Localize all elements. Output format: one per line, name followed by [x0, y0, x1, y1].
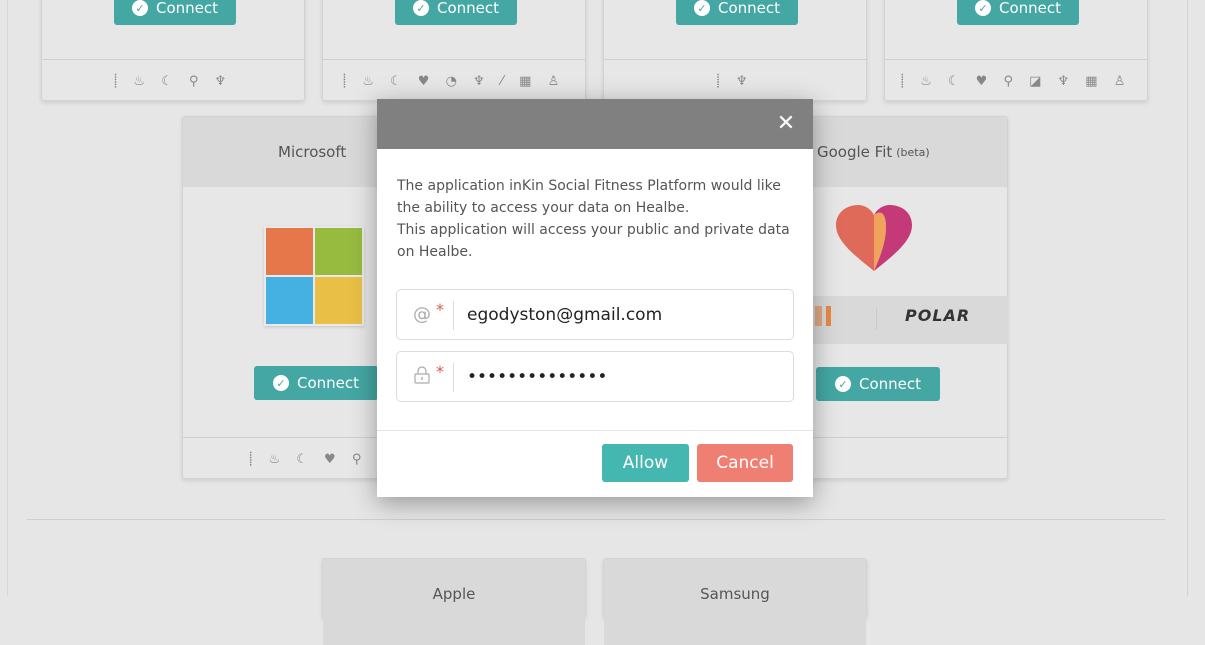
metrics-row: ⸽ ♨ ☾ ⚲ ♆	[42, 59, 304, 100]
check-icon: ✓	[974, 0, 991, 16]
required-mark: *	[436, 300, 444, 319]
metrics-row: ⸽ ♨ ☾ ♥ ⚲ ◪ ♆ ▦ ♙	[885, 59, 1147, 100]
description-line: The application inKin Social Fitness Pla…	[397, 178, 781, 216]
brand-separator	[876, 308, 877, 330]
integration-card: ✓ Connect ⸽ ♨ ☾ ♥ ◔ ♆ ⁄ ▦ ♙	[322, 0, 586, 101]
page-left-edge	[7, 0, 8, 596]
authorization-dialog: ✕ The application inKin Social Fitness P…	[377, 99, 813, 497]
password-input[interactable]	[467, 360, 777, 393]
dialog-description: The application inKin Social Fitness Pla…	[397, 175, 797, 263]
connect-button[interactable]: ✓ Connect	[395, 0, 517, 25]
connect-label: Connect	[296, 374, 360, 392]
check-icon: ✓	[834, 376, 851, 392]
connect-label: Connect	[717, 0, 781, 17]
card-title: Apple	[323, 559, 585, 645]
connect-label: Connect	[436, 0, 500, 17]
integration-card: ✓ Connect ⸽ ♆	[603, 0, 867, 101]
google-fit-heart-icon	[836, 205, 912, 271]
email-field[interactable]: @ *	[396, 289, 794, 340]
connect-button[interactable]: ✓ Connect	[676, 0, 798, 25]
integration-card: ✓ Connect ⸽ ♨ ☾ ♥ ⚲ ◪ ♆ ▦ ♙	[884, 0, 1148, 101]
metrics-row: ⸽ ♆	[604, 59, 866, 100]
card-title-text: Google Fit	[817, 143, 893, 161]
card-title: Samsung	[604, 559, 866, 645]
section-divider	[27, 519, 1165, 520]
connect-label: Connect	[858, 375, 922, 393]
metrics-row: ⸽ ♨ ☾ ♥ ◔ ♆ ⁄ ▦ ♙	[323, 59, 585, 100]
allow-button[interactable]: Allow	[602, 444, 689, 482]
connect-label: Connect	[155, 0, 219, 17]
integration-card-samsung: Samsung	[603, 558, 867, 645]
brand-logo-fragment	[826, 306, 831, 326]
scrollbar-track[interactable]	[1187, 0, 1188, 596]
field-separator	[453, 301, 454, 330]
check-icon: ✓	[131, 0, 148, 16]
close-icon[interactable]: ✕	[773, 111, 799, 137]
at-icon: @	[413, 304, 431, 325]
dialog-header: ✕	[377, 99, 813, 149]
connect-label: Connect	[998, 0, 1062, 17]
integration-card: ✓ Connect ⸽ ♨ ☾ ⚲ ♆	[41, 0, 305, 101]
dialog-footer-divider	[377, 430, 813, 431]
description-line: This application will access your public…	[397, 222, 790, 260]
email-input[interactable]	[467, 298, 777, 331]
beta-label: (beta)	[896, 145, 930, 159]
check-icon: ✓	[693, 0, 710, 16]
connect-button[interactable]: ✓ Connect	[816, 367, 940, 401]
cancel-button[interactable]: Cancel	[697, 444, 793, 482]
card-title-text: Microsoft	[278, 143, 347, 161]
integration-card-apple: Apple	[322, 558, 586, 645]
microsoft-logo	[264, 226, 364, 326]
integrations-page: ✓ Connect ⸽ ♨ ☾ ⚲ ♆ ✓ Connect ⸽ ♨ ☾ ♥ ◔ …	[0, 0, 1205, 645]
lock-icon	[413, 366, 431, 389]
password-field[interactable]: *	[396, 351, 794, 402]
required-mark: *	[436, 362, 444, 381]
card-title-text: Apple	[432, 585, 476, 603]
check-icon: ✓	[412, 0, 429, 16]
check-icon: ✓	[272, 375, 289, 391]
brand-logo-fragment	[815, 306, 822, 326]
polar-logo: POLAR	[905, 306, 971, 325]
connect-button[interactable]: ✓ Connect	[114, 0, 236, 25]
card-title-text: Samsung	[700, 585, 770, 603]
connect-button[interactable]: ✓ Connect	[957, 0, 1079, 25]
connect-button[interactable]: ✓ Connect	[254, 366, 378, 400]
field-separator	[453, 363, 454, 392]
